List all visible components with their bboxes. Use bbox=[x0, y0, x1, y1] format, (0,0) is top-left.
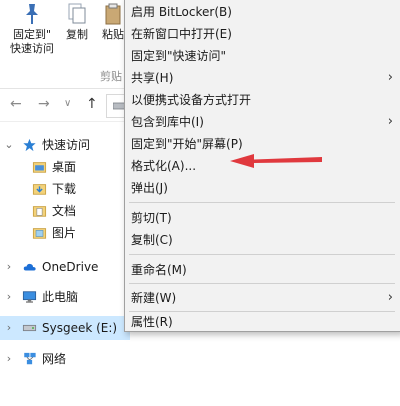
menu-item-open-new-window[interactable]: 在新窗口中打开(E) bbox=[131, 23, 393, 45]
menu-item-label: 在新窗口中打开(E) bbox=[131, 27, 232, 41]
menu-item-label: 启用 BitLocker(B) bbox=[131, 5, 232, 19]
chevron-right-icon[interactable]: › bbox=[4, 256, 14, 278]
navigation-pane: ⌄ 快速访问 桌面 下载 文档 图片 › OneDrive › 此电脑 › Sy… bbox=[0, 122, 130, 406]
nav-item-network[interactable]: › 网络 bbox=[0, 348, 130, 370]
nav-item-label: OneDrive bbox=[42, 260, 99, 274]
nav-item-label: 桌面 bbox=[52, 160, 77, 174]
menu-separator bbox=[129, 254, 395, 255]
nav-item-label: 此电脑 bbox=[42, 290, 79, 304]
nav-item-downloads[interactable]: 下载 bbox=[0, 178, 130, 200]
paste-icon bbox=[105, 3, 121, 25]
cloud-icon bbox=[23, 263, 36, 271]
menu-item-open-as-portable[interactable]: 以便携式设备方式打开 bbox=[131, 89, 393, 111]
nav-item-label: 下载 bbox=[52, 182, 77, 196]
copy-icon bbox=[68, 3, 86, 24]
menu-item-new[interactable]: 新建(W) › bbox=[131, 287, 393, 309]
network-icon bbox=[24, 352, 36, 365]
menu-item-label: 固定到"开始"屏幕(P) bbox=[131, 137, 243, 151]
menu-item-label: 复制(C) bbox=[131, 233, 173, 247]
menu-item-eject[interactable]: 弹出(J) bbox=[131, 177, 393, 199]
menu-item-pin-quick-access[interactable]: 固定到"快速访问" bbox=[131, 45, 393, 67]
menu-item-label: 属性(R) bbox=[131, 315, 173, 329]
menu-item-properties[interactable]: 属性(R) bbox=[131, 313, 393, 331]
submenu-arrow-icon: › bbox=[387, 70, 393, 85]
back-arrow-icon[interactable]: ← bbox=[10, 96, 22, 112]
chevron-right-icon[interactable]: › bbox=[4, 348, 14, 370]
chevron-right-icon[interactable]: › bbox=[4, 286, 14, 308]
menu-item-copy[interactable]: 复制(C) bbox=[131, 229, 393, 251]
forward-arrow-icon[interactable]: → bbox=[38, 96, 50, 112]
pin-label-line1: 固定到" bbox=[12, 28, 52, 41]
menu-separator bbox=[129, 202, 395, 203]
menu-item-label: 重命名(M) bbox=[131, 263, 187, 277]
menu-item-enable-bitlocker[interactable]: 启用 BitLocker(B) bbox=[131, 1, 393, 23]
star-icon bbox=[23, 138, 36, 152]
up-arrow-icon[interactable]: ↑ bbox=[86, 96, 98, 112]
menu-item-cut[interactable]: 剪切(T) bbox=[131, 207, 393, 229]
usb-drive-icon bbox=[22, 324, 37, 332]
nav-item-documents[interactable]: 文档 bbox=[0, 200, 130, 222]
computer-icon bbox=[22, 291, 37, 303]
menu-item-label: 共享(H) bbox=[131, 71, 174, 85]
menu-item-label: 包含到库中(I) bbox=[131, 115, 204, 129]
submenu-arrow-icon: › bbox=[387, 114, 393, 129]
nav-item-this-pc[interactable]: › 此电脑 bbox=[0, 286, 130, 308]
menu-item-label: 格式化(A)... bbox=[131, 159, 197, 173]
pin-to-quick-access-button[interactable]: 固定到" 快速访问 bbox=[6, 2, 58, 56]
chevron-down-icon[interactable]: ⌄ bbox=[4, 134, 14, 156]
menu-item-share[interactable]: 共享(H) › bbox=[131, 67, 393, 89]
copy-label: 复制 bbox=[66, 28, 88, 41]
menu-item-label: 剪切(T) bbox=[131, 211, 172, 225]
clipboard-group-label: 剪贴 bbox=[100, 70, 122, 83]
nav-item-label: 快速访问 bbox=[42, 138, 91, 152]
nav-item-desktop[interactable]: 桌面 bbox=[0, 156, 130, 178]
nav-item-label: 文档 bbox=[52, 204, 77, 218]
copy-button[interactable]: 复制 bbox=[62, 2, 92, 42]
documents-folder-icon bbox=[32, 206, 47, 217]
menu-item-label: 弹出(J) bbox=[131, 181, 168, 195]
nav-item-label: Sysgeek (E:) bbox=[42, 321, 118, 335]
nav-item-pictures[interactable]: 图片 bbox=[0, 222, 130, 244]
desktop-folder-icon bbox=[32, 162, 47, 173]
nav-item-sysgeek-drive[interactable]: › Sysgeek (E:) bbox=[0, 317, 130, 339]
nav-item-label: 网络 bbox=[42, 352, 67, 366]
menu-item-rename[interactable]: 重命名(M) bbox=[131, 259, 393, 281]
annotation-arrow-icon bbox=[230, 154, 322, 168]
pictures-folder-icon bbox=[32, 228, 47, 239]
pin-icon bbox=[26, 4, 38, 24]
nav-item-quick-access[interactable]: ⌄ 快速访问 bbox=[0, 134, 130, 156]
pin-label-line2: 快速访问 bbox=[10, 42, 54, 55]
menu-item-include-in-library[interactable]: 包含到库中(I) › bbox=[131, 111, 393, 133]
menu-separator bbox=[129, 311, 395, 312]
nav-item-onedrive[interactable]: › OneDrive bbox=[0, 256, 130, 278]
nav-item-label: 图片 bbox=[52, 226, 77, 240]
recent-chevron-icon[interactable]: ∨ bbox=[64, 98, 71, 109]
submenu-arrow-icon: › bbox=[387, 290, 393, 305]
menu-item-label: 新建(W) bbox=[131, 291, 177, 305]
downloads-folder-icon bbox=[32, 184, 47, 195]
menu-separator bbox=[129, 283, 395, 284]
menu-item-label: 固定到"快速访问" bbox=[131, 49, 227, 63]
menu-item-label: 以便携式设备方式打开 bbox=[131, 93, 252, 107]
chevron-right-icon[interactable]: › bbox=[4, 317, 14, 339]
